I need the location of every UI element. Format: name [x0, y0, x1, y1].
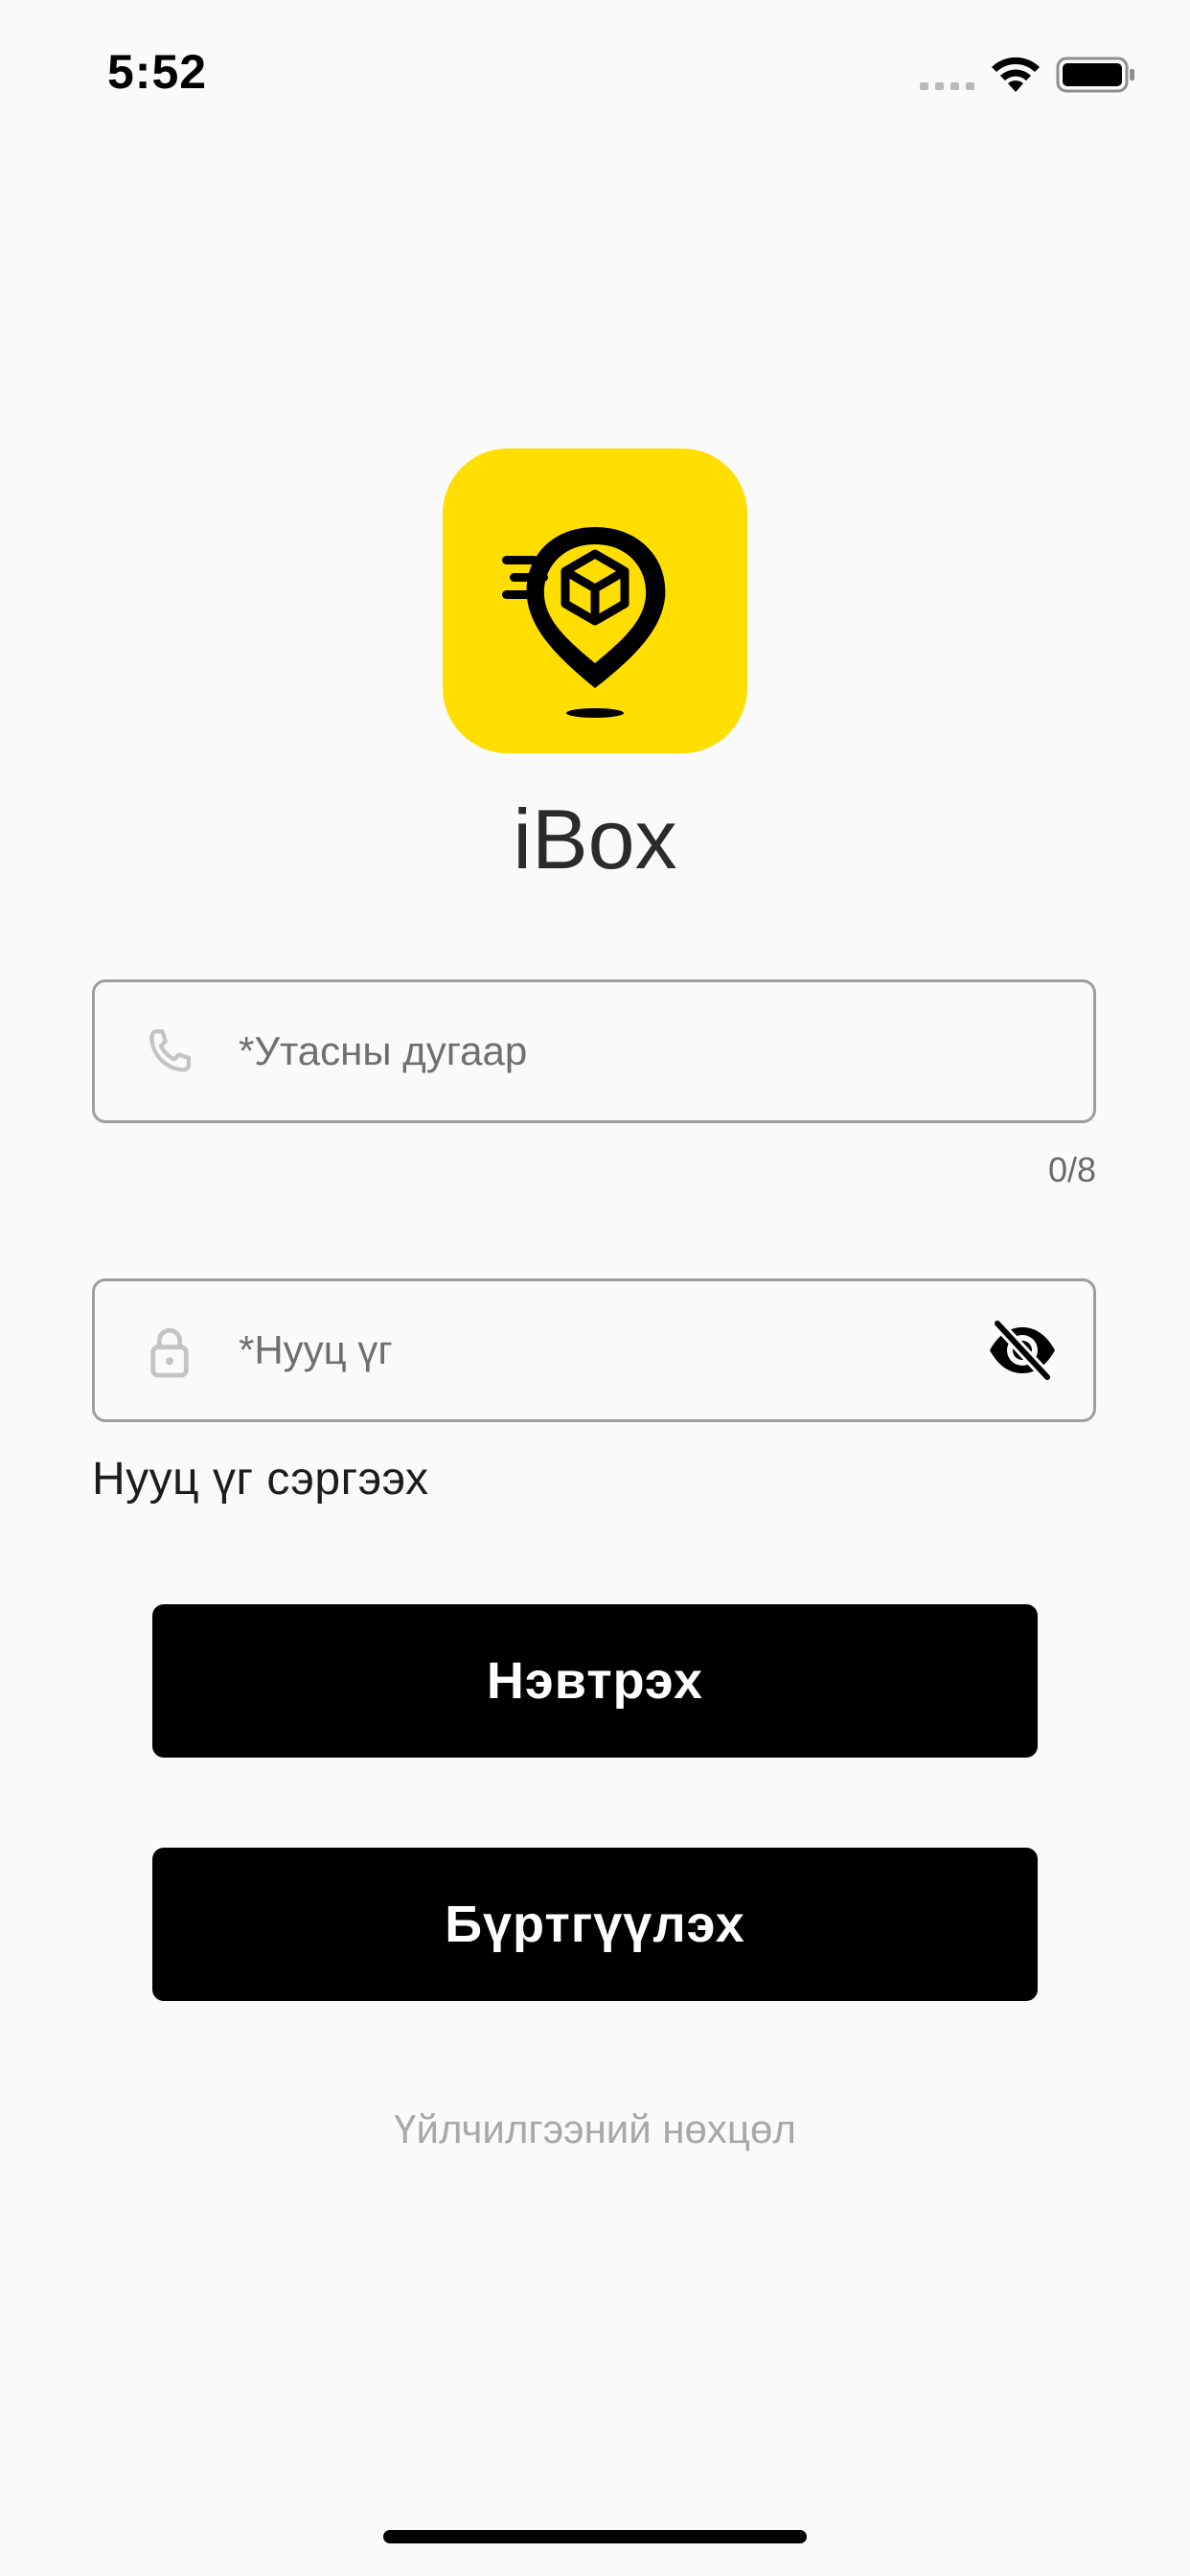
status-time: 5:52 [107, 45, 208, 99]
eye-off-icon[interactable] [986, 1318, 1059, 1383]
password-input[interactable] [239, 1281, 1024, 1419]
phone-char-counter: 0/8 [1047, 1150, 1096, 1189]
password-field[interactable] [92, 1278, 1096, 1422]
phone-input[interactable] [239, 982, 1024, 1120]
phone-icon [149, 1029, 192, 1072]
register-button[interactable]: Бүртгүүлэх [152, 1848, 1038, 2001]
app-name: iBox [513, 792, 677, 886]
phone-field[interactable] [92, 979, 1096, 1123]
status-bar: 5:52 [0, 0, 1190, 144]
signal-icon [920, 82, 974, 90]
battery-icon [1056, 57, 1134, 93]
lock-icon [150, 1328, 189, 1378]
login-button[interactable]: Нэвтрэх [152, 1604, 1038, 1758]
wifi-icon [992, 57, 1040, 92]
home-indicator[interactable] [383, 2530, 807, 2543]
forgot-password-link[interactable]: Нууц үг сэргээх [92, 1453, 429, 1506]
app-logo-icon [443, 448, 747, 753]
terms-link[interactable]: Үйлчилгээний нөхцөл [0, 2106, 1190, 2152]
